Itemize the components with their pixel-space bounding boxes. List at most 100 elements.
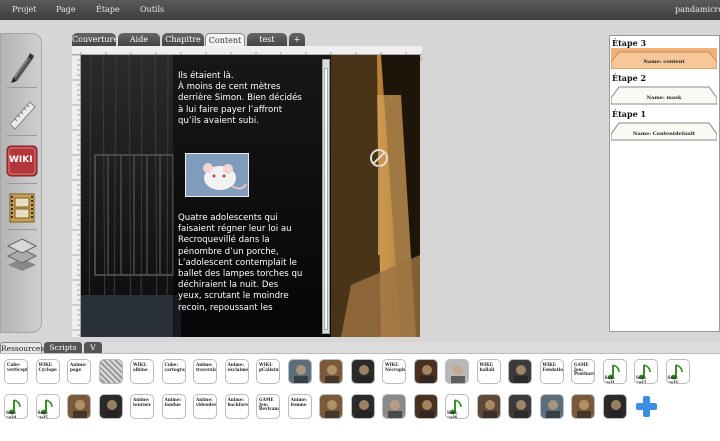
menu-etape[interactable]: Étape (96, 5, 120, 14)
wiki-icon-label: WIKI (9, 155, 33, 165)
image-thumbnail[interactable] (319, 359, 343, 384)
image-thumbnail[interactable] (571, 394, 595, 419)
resource-item[interactable]: WIKI: Cyclope (35, 359, 60, 384)
image-thumbnail[interactable] (287, 359, 312, 384)
image-icon (414, 395, 437, 418)
resource-item[interactable]: Son: swl6 (445, 394, 469, 419)
image-thumbnail[interactable] (476, 394, 501, 419)
story-paragraph-1[interactable]: Ils étaient là. À moins de cent mètres d… (178, 71, 318, 127)
ruler-icon[interactable] (6, 96, 38, 132)
steps-panel: Étape 3 Name: content Étape 2 Name: mask… (609, 35, 720, 332)
story-line: pénombre d’un porche, (178, 246, 279, 257)
tab-content[interactable]: Content (205, 33, 245, 46)
resource-label: GAME Jeu: Posthurne (574, 362, 594, 377)
image-icon (414, 360, 437, 383)
tab-ressources[interactable]: Ressources (0, 342, 44, 353)
image-thumbnail[interactable] (98, 394, 123, 419)
resource-item[interactable]: Anime: femme (287, 394, 312, 419)
resource-item[interactable]: Son: swl1 (602, 359, 627, 384)
resource-item[interactable]: WIKI: Nécrophile (382, 359, 406, 384)
story-line: Quatre adolescents qui (178, 213, 278, 223)
image-thumbnail[interactable] (508, 359, 532, 384)
resource-item[interactable]: Cube: cartographe (161, 359, 186, 384)
resource-label: Anime: exclaime (227, 362, 249, 372)
resource-item[interactable]: Anime: videodew (193, 394, 217, 419)
tab-aide[interactable]: Aide (118, 33, 160, 46)
step-2-card[interactable]: Name: mask (611, 84, 717, 105)
resource-item[interactable]: Anime: page (67, 359, 91, 384)
step-3-card[interactable]: Name: content (611, 48, 717, 69)
tab-collapse[interactable]: V (84, 342, 102, 353)
resource-item[interactable]: WIKI: albino (130, 359, 154, 384)
step-1-title[interactable]: Étape 1 (612, 109, 646, 119)
image-icon (383, 395, 405, 418)
add-icon (636, 396, 657, 417)
image-thumbnail[interactable] (602, 394, 627, 419)
resource-item[interactable]: Anime: exclaime (224, 359, 249, 384)
rat-image[interactable] (185, 153, 249, 197)
resource-item[interactable]: Cube: verticepts (4, 359, 28, 384)
step-3-name: Name: content (643, 59, 685, 65)
resources-panel: Cube: verticepts WIKI: Cyclope Anime: page… (0, 353, 720, 441)
menu-outils[interactable]: Outils (140, 5, 164, 14)
user-name: pandamicro (675, 5, 720, 14)
resource-item[interactable]: Son: swl4 (4, 394, 28, 419)
image-icon (68, 395, 90, 418)
step-3-title[interactable]: Étape 3 (612, 38, 646, 48)
resource-item[interactable]: WIKI: Fondation (539, 359, 564, 384)
image-thumbnail[interactable] (67, 394, 91, 419)
menu-projet[interactable]: Projet (12, 5, 36, 14)
resource-label: WIKI: Nécrophile (385, 362, 406, 372)
image-thumbnail[interactable] (508, 394, 532, 419)
image-thumbnail[interactable] (413, 394, 438, 419)
story-paragraph-2[interactable]: Quatre adolescents qui faisaient régner … (178, 213, 318, 314)
resource-label: Anime: traverslaine (196, 362, 217, 372)
image-thumbnail[interactable] (350, 394, 375, 419)
resource-item[interactable]: WIKI: pCalisture (256, 359, 280, 384)
resource-item[interactable] (634, 394, 658, 419)
image-thumbnail[interactable] (319, 394, 343, 419)
image-icon (351, 360, 374, 383)
resource-label: Anime: fondue (164, 397, 182, 407)
text-scrollbar[interactable] (322, 59, 330, 334)
texture-thumbnail[interactable] (98, 359, 123, 384)
resource-item[interactable]: Anime: traverslaine (193, 359, 217, 384)
menu-bar: Projet Page Étape Outils pandamicro (0, 0, 720, 20)
layers-icon[interactable] (6, 236, 38, 272)
film-icon[interactable] (6, 190, 38, 226)
image-thumbnail[interactable] (445, 359, 469, 384)
resource-item[interactable]: GAME Jeu: Revivance (256, 394, 280, 419)
scrollbar-thumb[interactable] (324, 68, 328, 330)
menu-page[interactable]: Page (56, 5, 76, 14)
image-thumbnail[interactable] (350, 359, 375, 384)
resource-item[interactable]: GAME Jeu: Posthurne (571, 359, 595, 384)
resource-label: GAME Jeu: Revivance (259, 397, 280, 412)
tab-chapitre[interactable]: Chapitre (162, 33, 204, 46)
resource-item[interactable]: WIKI: hallali (476, 359, 501, 384)
resource-item[interactable]: Anime: fondue (161, 394, 186, 419)
page-editor: Couverture Aide Chapitre Content test + (72, 33, 422, 337)
image-thumbnail[interactable] (413, 359, 438, 384)
tab-test[interactable]: test (247, 33, 287, 46)
image-icon (320, 395, 342, 418)
resource-item[interactable]: Anime: backfore (224, 394, 249, 419)
page-canvas[interactable]: Ils étaient là. À moins de cent mètres d… (81, 55, 420, 337)
image-thumbnail[interactable] (382, 394, 406, 419)
vertical-ruler (72, 54, 81, 337)
resource-item[interactable]: Anime: tourner (130, 394, 154, 419)
pen-icon[interactable] (6, 48, 38, 84)
wiki-icon[interactable]: WIKI (6, 144, 38, 180)
add-tab-button[interactable]: + (289, 33, 305, 46)
resource-item[interactable]: Son: swl2 (634, 359, 658, 384)
resource-item[interactable]: Son: swl3 (665, 359, 690, 384)
image-thumbnail[interactable] (539, 394, 564, 419)
step-2-title[interactable]: Étape 2 (612, 73, 646, 83)
tab-scripts[interactable]: Scripts (44, 342, 82, 353)
resource-label: Son: swl6 (447, 410, 458, 419)
tab-couverture[interactable]: Couverture (72, 33, 118, 46)
step-1-card[interactable]: Name: Contentdefault (611, 120, 717, 141)
resource-label: WIKI: pCalisture (259, 362, 279, 372)
resource-item[interactable]: Son: swl5 (35, 394, 60, 419)
image-icon (477, 395, 500, 418)
resource-label: Son: swl1 (604, 375, 615, 384)
